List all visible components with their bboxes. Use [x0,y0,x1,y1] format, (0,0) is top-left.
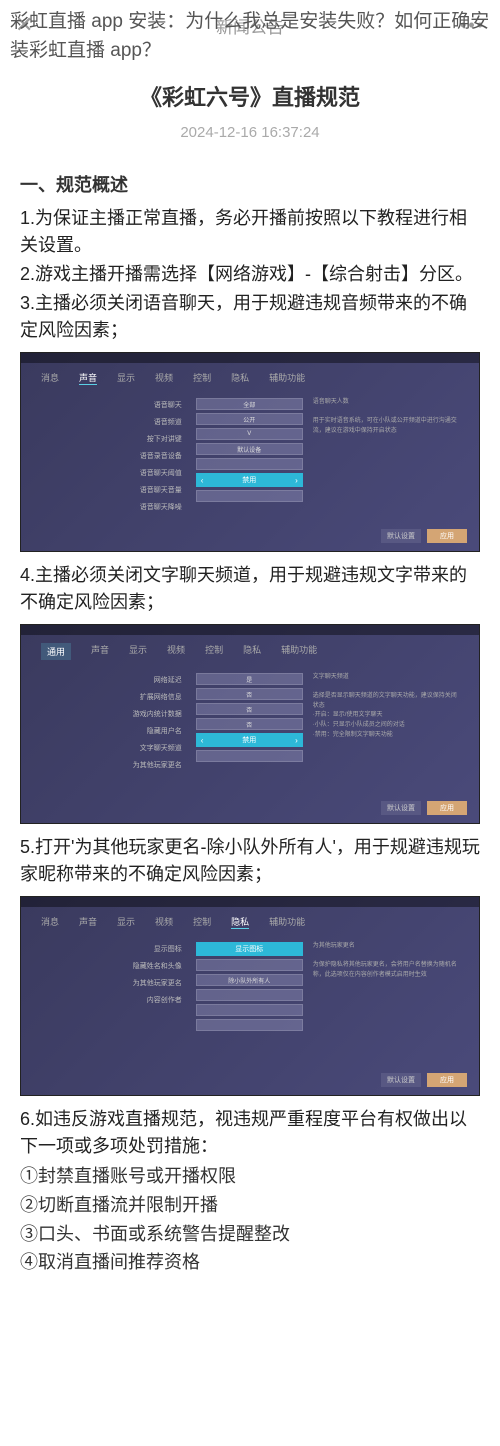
option-value: 否 [196,688,303,700]
game-tab: 隐私 [231,371,249,385]
penalty-item: ③口头、书面或系统警告提醒整改 [20,1220,480,1249]
option-label: 语音频道 [36,415,186,429]
option-highlighted: ‹ 禁用 › [196,473,303,487]
option-label: 按下对讲键 [36,432,186,446]
option-label: 语音录音设备 [36,449,186,463]
default-button: 默认设置 [381,801,421,815]
option-value [196,1019,303,1031]
game-tab: 控制 [193,915,211,929]
apply-button: 应用 [427,529,467,543]
paragraph: 1.为保证主播正常直播，务必开播前按照以下教程进行相关设置。 [20,205,480,259]
game-tab: 控制 [205,643,223,660]
chevron-right-icon: › [295,736,298,745]
game-tab: 显示 [129,643,147,660]
option-label: 网络延迟 [36,673,186,687]
game-tab-active: 声音 [79,371,97,385]
option-description: 语音聊天人数用于实时语音系统，可在小队或公开频道中进行沟通交流，建议在游戏中保持… [313,398,463,514]
chevron-right-icon: › [295,476,298,485]
default-button: 默认设置 [381,529,421,543]
option-label: 语音聊天 [36,398,186,412]
option-value: 否 [196,718,303,730]
paragraph: 6.如违反游戏直播规范，视违规严重程度平台有权做出以下一项或多项处罚措施： [20,1106,480,1160]
option-label: 扩展网络信息 [36,690,186,704]
game-tab: 消息 [41,915,59,929]
option-value: 全部 [196,398,303,410]
penalty-item: ④取消直播间推荐资格 [20,1248,480,1277]
game-tab: 辅助功能 [269,371,305,385]
game-tab: 视频 [155,371,173,385]
option-highlighted: ‹ 禁用 › [196,733,303,747]
penalty-item: ①封禁直播账号或开播权限 [20,1162,480,1191]
option-label: 游戏内统计数据 [36,707,186,721]
penalty-item: ②切断直播流并限制开播 [20,1191,480,1220]
chevron-left-icon: ‹ [201,736,204,745]
option-value: 否 [196,703,303,715]
game-tab-active: 隐私 [231,915,249,929]
option-value [196,750,303,762]
option-highlighted: 显示图标 [196,942,303,956]
option-description: 文字聊天频道选择是否显示聊天频道的文字聊天功能，建议保持关闭状态·开启：显示/使… [313,673,463,772]
game-tab-active: 通用 [41,643,71,660]
game-tab: 视频 [167,643,185,660]
game-tab: 声音 [91,643,109,660]
apply-button: 应用 [427,801,467,815]
paragraph: 5.打开'为其他玩家更名-除小队外所有人'，用于规避违规玩家昵称带来的不确定风险… [20,834,480,888]
game-screenshot-audio: 消息 声音 显示 视频 控制 隐私 辅助功能 语音聊天 语音频道 按下对讲键 语… [20,352,480,552]
option-label: 语音聊天降噪 [36,500,186,514]
option-value: V [196,428,303,440]
game-tab: 视频 [155,915,173,929]
game-tab: 辅助功能 [281,643,317,660]
option-description: 为其他玩家更名为保护隐私将其他玩家更名，会将用户名替换为随机名称，此选项仅在内容… [313,942,463,1031]
article-content: 一、规范概述 1.为保证主播正常直播，务必开播前按照以下教程进行相关设置。 2.… [0,141,500,1297]
article-title: 《彩虹六号》直播规范 [0,80,500,112]
game-screenshot-privacy: 消息 声音 显示 视频 控制 隐私 辅助功能 显示图标 隐藏姓名和头像 为其他玩… [20,896,480,1096]
option-value: 公开 [196,413,303,425]
option-value [196,959,303,971]
chevron-left-icon: ‹ [201,476,204,485]
paragraph: 2.游戏主播开播需选择【网络游戏】-【综合射击】分区。 [20,261,480,288]
overlay-question-title: 彩虹直播 app 安装：为什么我总是安装失败？如何正确安装彩虹直播 app？ [0,8,500,65]
option-label: 内容创作者 [36,993,186,1007]
game-tab: 控制 [193,371,211,385]
option-label: 语音聊天音量 [36,483,186,497]
game-tab: 消息 [41,371,59,385]
option-label: 文字聊天频道 [36,741,186,755]
option-value [196,989,303,1001]
option-label: 隐藏用户名 [36,724,186,738]
default-button: 默认设置 [381,1073,421,1087]
option-value: 除小队外所有人 [196,974,303,986]
option-value [196,1004,303,1016]
game-tab: 显示 [117,915,135,929]
option-label: 为其他玩家更名 [36,758,186,772]
article-date: 2024-12-16 16:37:24 [0,124,500,141]
section-heading: 一、规范概述 [20,171,480,197]
option-value: 是 [196,673,303,685]
option-label: 显示图标 [36,942,186,956]
option-label: 语音聊天阈值 [36,466,186,480]
option-value [196,458,303,470]
game-tab: 辅助功能 [269,915,305,929]
option-value [196,490,303,502]
game-tab: 隐私 [243,643,261,660]
paragraph: 4.主播必须关闭文字聊天频道，用于规避违规文字带来的不确定风险因素； [20,562,480,616]
option-label: 隐藏姓名和头像 [36,959,186,973]
option-label: 为其他玩家更名 [36,976,186,990]
paragraph: 3.主播必须关闭语音聊天，用于规避违规音频带来的不确定风险因素； [20,290,480,344]
apply-button: 应用 [427,1073,467,1087]
option-value: 默认设备 [196,443,303,455]
game-screenshot-text: 通用 声音 显示 视频 控制 隐私 辅助功能 网络延迟 扩展网络信息 游戏内统计… [20,624,480,824]
game-tab: 显示 [117,371,135,385]
game-tab: 声音 [79,915,97,929]
